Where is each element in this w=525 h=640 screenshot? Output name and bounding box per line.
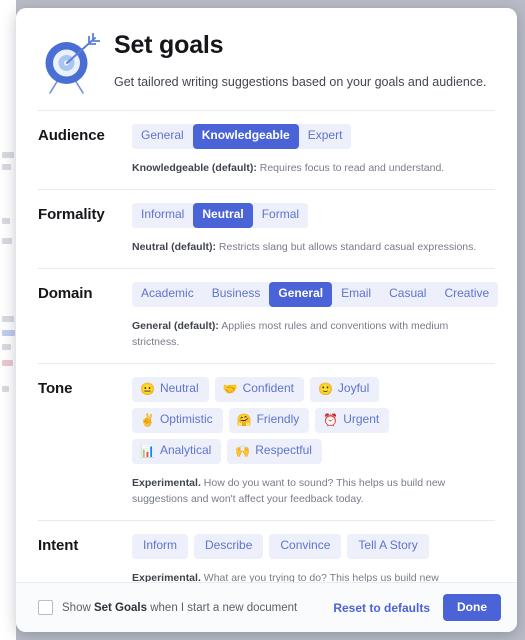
domain-hint: General (default): Applies most rules an…	[132, 318, 495, 351]
intent-chip-tell-a-story[interactable]: Tell A Story	[347, 534, 429, 560]
formality-option-neutral[interactable]: Neutral	[193, 203, 253, 228]
audience-hint-rest: Requires focus to read and understand.	[256, 161, 445, 174]
slightly-smiling-face-emoji: 🙂	[317, 382, 333, 397]
tone-chip-label: Respectful	[255, 443, 312, 458]
domain-option-academic[interactable]: Academic	[132, 282, 203, 307]
footer-right-group: Reset to defaults Done	[333, 594, 501, 621]
show-set-goals-checkbox[interactable]	[38, 600, 53, 615]
tone-chip-label: Optimistic	[159, 412, 213, 427]
tone-chip-label: Friendly	[256, 412, 300, 427]
formality-segmented-control: Informal Neutral Formal	[132, 203, 309, 228]
reset-to-defaults-link[interactable]: Reset to defaults	[333, 601, 430, 615]
section-content-intent: Inform Describe Convince Tell A Story Ex…	[132, 534, 495, 582]
section-intent: Intent Inform Describe Convince Tell A S…	[38, 520, 495, 582]
audience-hint: Knowledgeable (default): Requires focus …	[132, 160, 495, 176]
domain-option-casual[interactable]: Casual	[380, 282, 436, 307]
domain-option-business[interactable]: Business	[202, 282, 270, 307]
audience-option-knowledgeable[interactable]: Knowledgeable	[192, 124, 299, 149]
done-button[interactable]: Done	[443, 594, 501, 621]
tone-chip-analytical[interactable]: 📊 Analytical	[132, 439, 222, 464]
section-content-tone: 😐 Neutral 🤝 Confident 🙂 Joyful ✌️ Optimistic…	[132, 377, 495, 507]
domain-hint-strong: General (default):	[132, 319, 219, 332]
tone-chip-label: Analytical	[159, 443, 212, 458]
bar-chart-emoji: 📊	[140, 443, 155, 458]
tone-chip-neutral[interactable]: 😐 Neutral	[132, 377, 209, 403]
formality-hint: Neutral (default): Restricts slang but a…	[132, 239, 495, 255]
checkbox-label-pre: Show	[62, 601, 94, 614]
section-content-formality: Informal Neutral Formal Neutral (default…	[132, 203, 495, 255]
intent-chip-group: Inform Describe Convince Tell A Story	[132, 534, 495, 560]
section-domain: Domain Academic Business General Email C…	[38, 268, 499, 363]
header-text-block: Set goals Get tailored writing suggestio…	[104, 28, 486, 90]
section-audience: Audience General Knowledgeable Expert Kn…	[38, 110, 495, 189]
tone-chip-urgent[interactable]: ⏰ Urgent	[315, 408, 390, 434]
domain-option-general[interactable]: General	[269, 282, 333, 307]
audience-option-general[interactable]: General	[132, 124, 193, 149]
tone-chip-joyful[interactable]: 🙂 Joyful	[309, 377, 380, 403]
background-document	[0, 0, 16, 640]
section-label-audience: Audience	[38, 127, 105, 144]
domain-option-email[interactable]: Email	[332, 282, 381, 307]
tone-hint-strong: Experimental.	[132, 476, 201, 489]
target-arrow-icon	[38, 30, 104, 96]
section-tone: Tone 😐 Neutral 🤝 Confident 🙂 Joyful ✌️ Optim…	[38, 363, 495, 520]
set-goals-dialog: Set goals Get tailored writing suggestio…	[16, 8, 517, 632]
checkbox-label-post: when I start a new document	[147, 601, 298, 614]
checkbox-label-strong: Set Goals	[93, 601, 148, 614]
section-label-domain: Domain	[38, 285, 93, 303]
tone-chip-label: Neutral	[159, 381, 199, 396]
dialog-header: Set goals Get tailored writing suggestio…	[38, 8, 495, 110]
tone-chip-label: Joyful	[337, 381, 370, 396]
footer-left-group: Show Set Goals when I start a new docume…	[38, 600, 297, 615]
section-label-tone: Tone	[38, 380, 73, 398]
formality-hint-strong: Neutral (default):	[132, 240, 216, 253]
tone-chip-group: 😐 Neutral 🤝 Confident 🙂 Joyful ✌️ Optimistic…	[132, 377, 462, 464]
section-formality: Formality Informal Neutral Formal Neutra…	[38, 189, 495, 268]
intent-chip-convince[interactable]: Convince	[269, 534, 342, 560]
audience-option-expert[interactable]: Expert	[298, 124, 352, 149]
page-subtitle: Get tailored writing suggestions based o…	[114, 74, 487, 89]
tone-chip-respectful[interactable]: 🙌 Respectful	[227, 439, 322, 464]
audience-hint-strong: Knowledgeable (default):	[132, 161, 257, 174]
section-content-audience: General Knowledgeable Expert Knowledgeab…	[132, 124, 495, 176]
hugging-face-emoji: 🤗	[236, 413, 252, 428]
neutral-face-emoji: 😐	[140, 382, 155, 397]
show-set-goals-label: Show Set Goals when I start a new docume…	[62, 602, 297, 614]
section-content-domain: Academic Business General Email Casual C…	[132, 282, 499, 351]
tone-chip-confident[interactable]: 🤝 Confident	[214, 377, 304, 403]
section-label-intent: Intent	[38, 537, 79, 555]
page-title: Set goals	[114, 31, 224, 59]
tone-chip-label: Urgent	[343, 412, 380, 427]
formality-option-formal[interactable]: Formal	[252, 203, 309, 228]
section-label-formality: Formality	[38, 206, 105, 224]
tone-hint: Experimental. How do you want to sound? …	[132, 475, 495, 508]
victory-hand-emoji: ✌️	[140, 413, 155, 428]
tone-chip-friendly[interactable]: 🤗 Friendly	[228, 408, 310, 434]
alarm-clock-emoji: ⏰	[323, 413, 339, 428]
intent-hint: Experimental. What are you trying to do?…	[132, 570, 495, 582]
intent-hint-strong: Experimental.	[132, 572, 201, 582]
tone-chip-label: Confident	[242, 381, 294, 396]
intent-chip-describe[interactable]: Describe	[194, 534, 264, 560]
domain-segmented-control: Academic Business General Email Casual C…	[132, 282, 499, 307]
raising-hands-emoji: 🙌	[235, 443, 251, 458]
audience-segmented-control: General Knowledgeable Expert	[132, 124, 352, 149]
formality-option-informal[interactable]: Informal	[132, 203, 194, 228]
tone-chip-optimistic[interactable]: ✌️ Optimistic	[132, 408, 223, 434]
intent-chip-inform[interactable]: Inform	[132, 534, 189, 560]
dialog-body: Set goals Get tailored writing suggestio…	[16, 8, 517, 582]
formality-hint-rest: Restricts slang but allows standard casu…	[216, 240, 477, 253]
domain-option-creative[interactable]: Creative	[435, 282, 499, 307]
dialog-footer: Show Set Goals when I start a new docume…	[16, 582, 517, 632]
handshake-emoji: 🤝	[222, 382, 238, 397]
